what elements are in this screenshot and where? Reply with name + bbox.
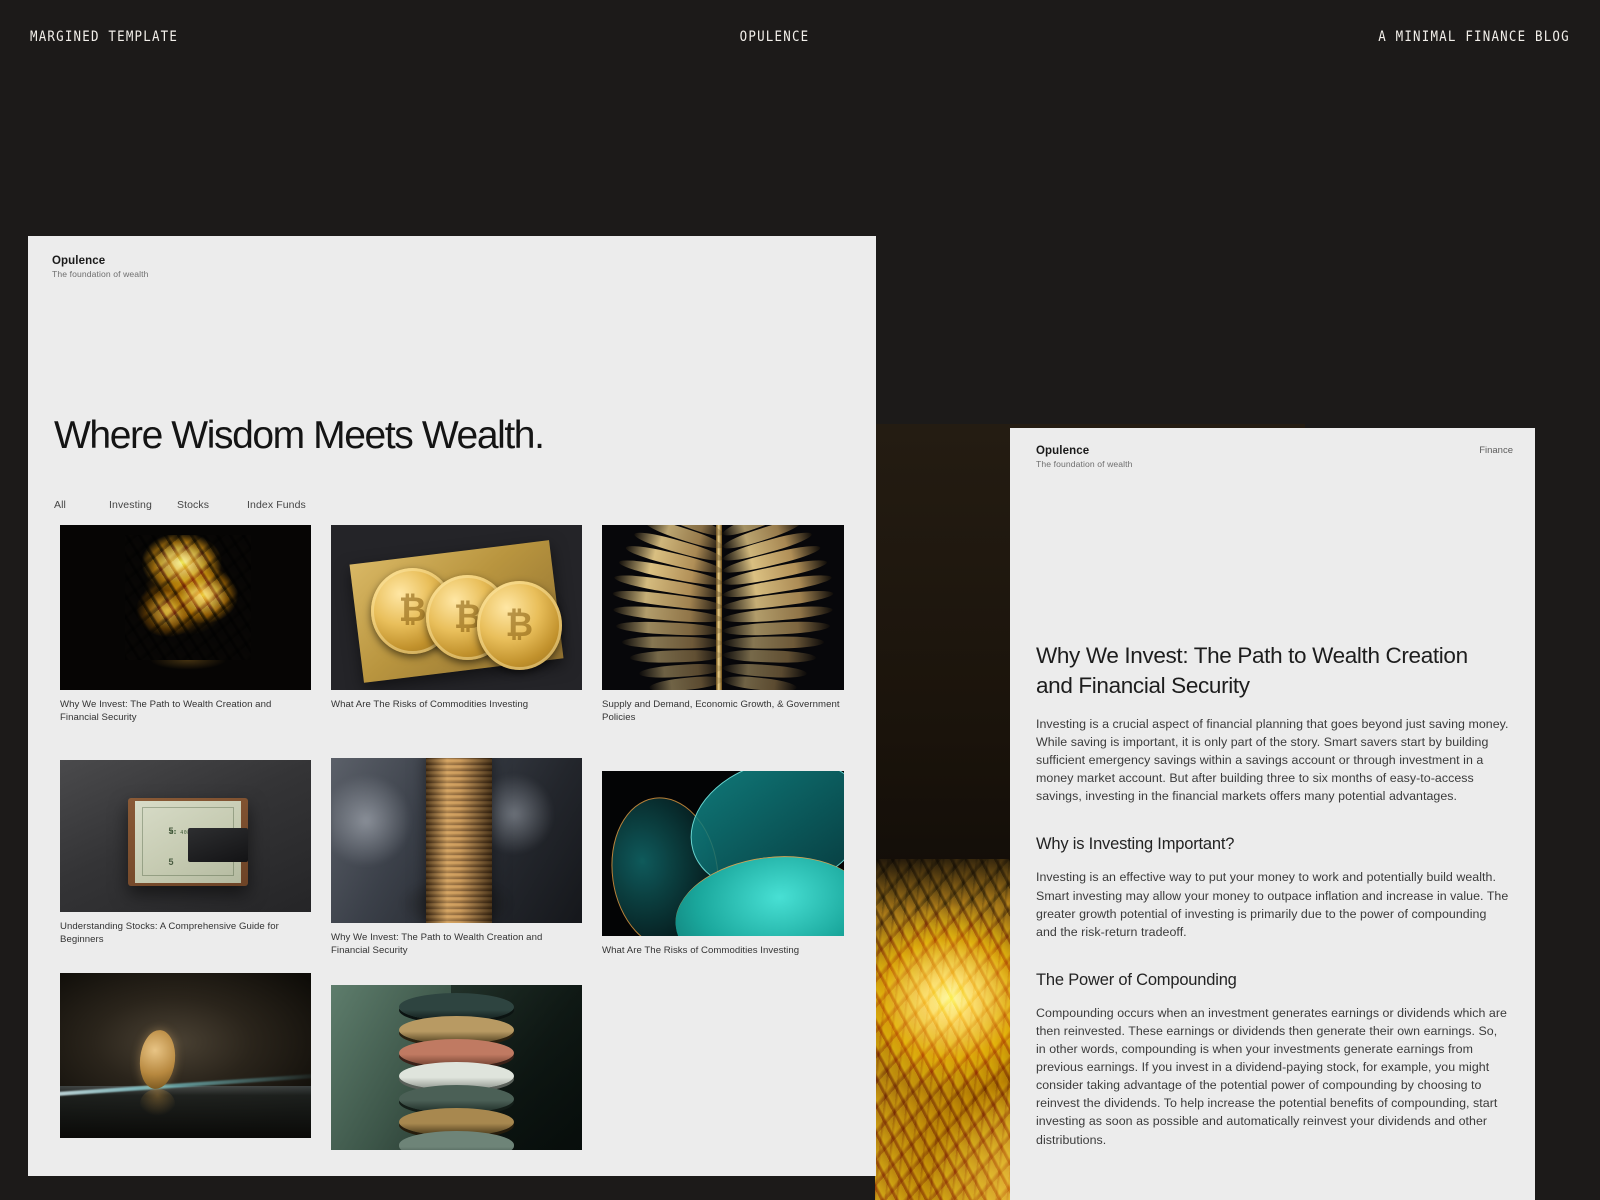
card-caption: Why We Invest: The Path to Wealth Creati… xyxy=(331,931,543,956)
card-caption: Understanding Stocks: A Comprehensive Gu… xyxy=(60,920,279,945)
brand-block[interactable]: Opulence The foundation of wealth xyxy=(1036,445,1133,469)
article-body-1: Investing is an effective way to put you… xyxy=(1036,870,1509,939)
card-caption: What Are The Risks of Commodities Invest… xyxy=(331,699,529,711)
hero-title: Where Wisdom Meets Wealth. xyxy=(54,414,545,457)
listing-brand-header: Opulence The foundation of wealth xyxy=(28,236,876,279)
article-card-grid: Why We Invest: The Path to Wealth Creati… xyxy=(28,525,876,1164)
brand-name: Opulence xyxy=(1036,445,1090,457)
article-card[interactable]: 5 MI 40860501 A 5 Understanding Stocks: … xyxy=(60,759,311,947)
article-card[interactable]: Supply and Demand, Economic Growth, & Go… xyxy=(602,525,844,725)
article-heading-1: Why is Investing Important? xyxy=(1036,835,1235,854)
article-card[interactable]: Why We Invest: The Path to Wealth Creati… xyxy=(60,525,311,725)
brand-name: Opulence xyxy=(52,255,106,267)
brand-tagline: The foundation of wealth xyxy=(52,269,149,279)
article-heading-2: The Power of Compounding xyxy=(1036,970,1237,989)
topbar-template-label: MARGINED TEMPLATE xyxy=(30,29,179,45)
article-lead: Investing is a crucial aspect of financi… xyxy=(1036,716,1509,804)
brand-block[interactable]: Opulence The foundation of wealth xyxy=(52,255,149,279)
topbar-site-title: OPULENCE xyxy=(739,29,810,45)
grid-column-middle: ₿ ₿ ₿ What Are The Risks of Commodities … xyxy=(321,525,592,1164)
article-category-label[interactable]: Finance xyxy=(1479,445,1513,456)
tab-index-funds[interactable]: Index Funds xyxy=(247,499,306,511)
grid-column-right: Supply and Demand, Economic Growth, & Go… xyxy=(592,525,854,1164)
category-filter-tabs: All Investing Stocks Index Funds xyxy=(54,499,876,511)
topbar-tagline-label: A MINIMAL FINANCE BLOG xyxy=(1378,29,1570,45)
brand-tagline: The foundation of wealth xyxy=(1036,459,1133,469)
article-brand-header: Opulence The foundation of wealth Financ… xyxy=(1010,428,1535,469)
article-body-2: Compounding occurs when an investment ge… xyxy=(1036,1005,1507,1147)
article-panel: Opulence The foundation of wealth Financ… xyxy=(1010,428,1535,1200)
article-card[interactable] xyxy=(60,973,311,1139)
card-thumbnail-gold-leaf[interactable] xyxy=(602,525,844,691)
tab-stocks[interactable]: Stocks xyxy=(177,499,247,511)
listing-panel: Opulence The foundation of wealth Where … xyxy=(28,236,876,1176)
card-thumbnail-coin-stack[interactable] xyxy=(331,757,582,923)
tab-all[interactable]: All xyxy=(54,499,109,511)
card-caption: What Are The Risks of Commodities Invest… xyxy=(602,944,800,956)
article-card[interactable]: What Are The Risks of Commodities Invest… xyxy=(602,770,844,958)
article-card[interactable]: Why We Invest: The Path to Wealth Creati… xyxy=(331,757,582,958)
article-body: Why We Invest: The Path to Wealth Creati… xyxy=(1010,641,1535,1149)
grid-column-left: Why We Invest: The Path to Wealth Creati… xyxy=(50,525,321,1164)
card-caption: Supply and Demand, Economic Growth, & Go… xyxy=(602,699,840,723)
top-bar: MARGINED TEMPLATE OPULENCE A MINIMAL FIN… xyxy=(0,0,1600,74)
card-thumbnail-bitcoin-coins[interactable]: ₿ ₿ ₿ xyxy=(331,525,582,691)
article-card[interactable] xyxy=(331,984,582,1150)
card-thumbnail-money-clip[interactable]: 5 MI 40860501 A 5 xyxy=(60,759,311,912)
card-thumbnail-stacked-discs[interactable] xyxy=(331,984,582,1150)
card-thumbnail-teal-discs[interactable] xyxy=(602,770,844,936)
article-card[interactable]: ₿ ₿ ₿ What Are The Risks of Commodities … xyxy=(331,525,582,712)
article-title: Why We Invest: The Path to Wealth Creati… xyxy=(1036,643,1468,698)
card-thumbnail-gold-nugget[interactable] xyxy=(60,525,311,691)
card-thumbnail-standing-coin[interactable] xyxy=(60,973,311,1139)
tab-investing[interactable]: Investing xyxy=(109,499,177,511)
card-caption: Why We Invest: The Path to Wealth Creati… xyxy=(60,699,272,723)
